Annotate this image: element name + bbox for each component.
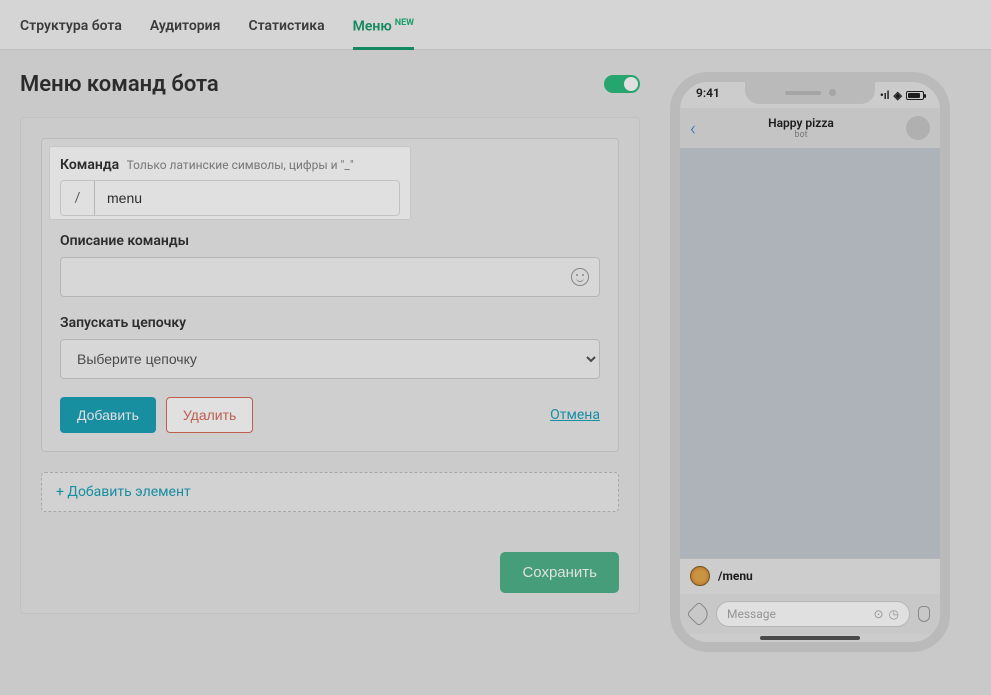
- page-title: Меню команд бота: [20, 72, 219, 97]
- description-input[interactable]: [61, 258, 571, 296]
- command-card: Команда Только латинские символы, цифры …: [41, 138, 619, 452]
- message-placeholder: Message: [727, 607, 776, 621]
- save-button[interactable]: Сохранить: [500, 552, 619, 593]
- phone-notch: [745, 82, 875, 104]
- phone-chat-subtitle: bot: [696, 130, 906, 140]
- cancel-link[interactable]: Отмена: [550, 407, 600, 423]
- command-hint: Только латинские символы, цифры и "_": [127, 158, 354, 172]
- menu-toggle[interactable]: [604, 75, 640, 93]
- pizza-icon: [690, 566, 710, 586]
- menu-command-text: /menu: [718, 569, 753, 583]
- add-button[interactable]: Добавить: [60, 397, 156, 433]
- tab-structure[interactable]: Структура бота: [20, 18, 122, 49]
- menu-card: Команда Только латинские символы, цифры …: [20, 117, 640, 614]
- command-highlight: Команда Только латинские символы, цифры …: [50, 147, 410, 219]
- battery-icon: [906, 91, 924, 100]
- menu-command-bar[interactable]: /menu: [680, 558, 940, 594]
- tab-audience[interactable]: Аудитория: [150, 18, 221, 49]
- phone-input-bar: Message ⊙ ◷: [680, 594, 940, 634]
- tab-stats[interactable]: Статистика: [248, 18, 324, 49]
- add-element-button[interactable]: + Добавить элемент: [41, 472, 619, 512]
- phone-chat-title: Happy pizza: [696, 116, 906, 130]
- mic-icon[interactable]: [918, 606, 930, 622]
- attach-icon[interactable]: [686, 601, 711, 626]
- phone-status-icons: •ıl ◈: [880, 86, 924, 106]
- message-input[interactable]: Message ⊙ ◷: [716, 601, 910, 627]
- phone-preview: 9:41 •ıl ◈ ‹ Happy pizza bot /menu: [670, 72, 950, 652]
- wifi-icon: ◈: [894, 89, 902, 102]
- command-label: Команда Только латинские символы, цифры …: [60, 157, 400, 173]
- timer-icon[interactable]: ◷: [889, 607, 899, 621]
- command-input[interactable]: [95, 181, 399, 215]
- avatar[interactable]: [906, 116, 930, 140]
- chain-select[interactable]: Выберите цепочку: [60, 339, 600, 379]
- description-label: Описание команды: [60, 233, 600, 249]
- tab-menu-label: Меню: [353, 19, 392, 35]
- chat-area: [680, 148, 940, 594]
- signal-icon: •ıl: [880, 89, 890, 102]
- phone-header: ‹ Happy pizza bot: [680, 108, 940, 148]
- tab-menu[interactable]: МенюNEW: [353, 18, 414, 49]
- slash-prefix: /: [61, 181, 95, 215]
- emoji-icon[interactable]: [571, 268, 589, 286]
- sticker-icon[interactable]: ⊙: [873, 607, 883, 621]
- chain-label: Запускать цепочку: [60, 315, 600, 331]
- phone-time: 9:41: [696, 86, 720, 106]
- tabs-nav: Структура бота Аудитория Статистика Меню…: [0, 0, 991, 50]
- home-indicator: [760, 636, 860, 640]
- new-badge: NEW: [395, 18, 414, 28]
- delete-button[interactable]: Удалить: [166, 397, 253, 433]
